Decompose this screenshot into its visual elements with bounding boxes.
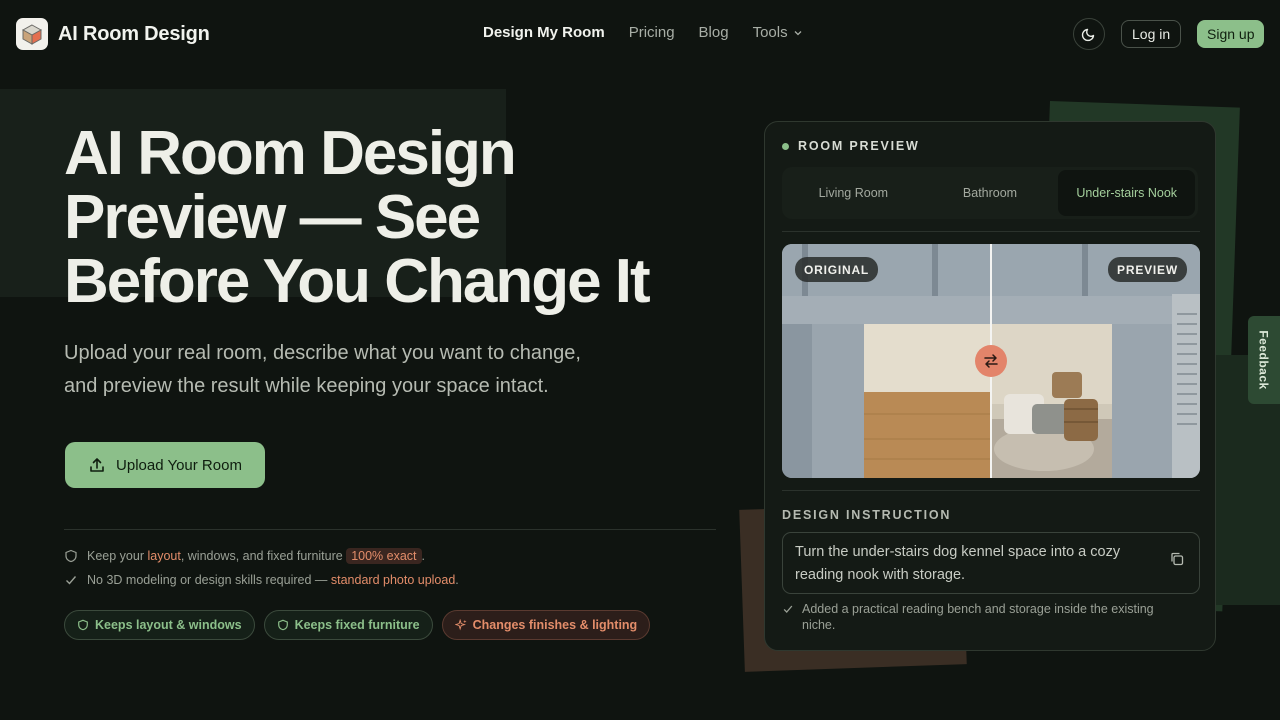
comparison-slider-handle[interactable]: [975, 345, 1007, 377]
pill-changes-finishes: Changes finishes & lighting: [441, 610, 651, 640]
divider: [782, 490, 1200, 491]
pill-label: Keeps layout & windows: [95, 618, 242, 632]
tab-bathroom[interactable]: Bathroom: [922, 170, 1059, 216]
hero-title-line: Before You Change It: [64, 247, 651, 316]
feature-text-part: Keep your: [87, 549, 148, 563]
brand-name: AI Room Design: [58, 22, 210, 45]
sparkles-icon: [454, 619, 467, 631]
feedback-tab[interactable]: Feedback: [1248, 316, 1280, 404]
feature-text-part: , windows, and fixed furniture: [180, 549, 347, 563]
design-instruction-text: Turn the under-stairs dog kennel space i…: [795, 544, 1121, 583]
design-instruction-label: DESIGN INSTRUCTION: [782, 508, 952, 522]
hero-title-line: AI Room Design: [64, 119, 517, 188]
nav-pricing[interactable]: Pricing: [629, 24, 675, 41]
hero-title-line: Preview — See: [64, 183, 481, 252]
divider: [64, 529, 716, 530]
brand-logo[interactable]: AI Room Design: [16, 18, 210, 50]
room-preview-card: ROOM PREVIEW Living Room Bathroom Under-…: [764, 121, 1216, 651]
shield-icon: [277, 619, 288, 631]
copy-icon[interactable]: [1169, 551, 1185, 575]
pill-label: Changes finishes & lighting: [472, 618, 638, 632]
result-note: Added a practical reading bench and stor…: [782, 601, 1182, 633]
feature-text: Keep your layout, windows, and fixed fur…: [87, 548, 426, 564]
tab-living-room[interactable]: Living Room: [785, 170, 922, 216]
upload-room-button[interactable]: Upload Your Room: [65, 442, 265, 488]
feedback-label: Feedback: [1257, 330, 1272, 390]
chevron-down-icon: [794, 30, 802, 35]
hero-title: AI Room Design Preview — See Before You …: [64, 122, 724, 314]
feature-row-layout: Keep your layout, windows, and fixed fur…: [64, 548, 426, 564]
room-preview-title: ROOM PREVIEW: [798, 139, 920, 153]
nav-blog[interactable]: Blog: [699, 24, 729, 41]
signup-button[interactable]: Sign up: [1197, 20, 1265, 48]
nav-tools-label: Tools: [752, 24, 788, 41]
swap-arrows-icon: [984, 354, 998, 368]
nav-tools-dropdown[interactable]: Tools: [753, 24, 803, 41]
room-type-tabs: Living Room Bathroom Under-stairs Nook: [782, 167, 1198, 219]
design-instruction-box: Turn the under-stairs dog kennel space i…: [782, 532, 1200, 594]
status-dot: [782, 142, 789, 150]
shield-icon: [65, 549, 77, 563]
shield-icon: [78, 619, 88, 631]
nav-design-my-room[interactable]: Design My Room: [483, 24, 605, 41]
pill-keeps-layout: Keeps layout & windows: [64, 610, 255, 640]
pill-label: Keeps fixed furniture: [294, 618, 420, 632]
login-button[interactable]: Log in: [1121, 20, 1182, 48]
site-header: AI Room Design Design My Room Pricing Bl…: [0, 0, 1280, 68]
main-nav: Design My Room Pricing Blog Tools: [483, 24, 803, 41]
divider: [782, 231, 1200, 232]
feature-text: No 3D modeling or design skills required…: [87, 573, 459, 587]
moon-icon: [1081, 28, 1095, 42]
hero-subtitle: Upload your real room, describe what you…: [64, 337, 664, 403]
pill-keeps-furniture: Keeps fixed furniture: [263, 610, 433, 640]
feature-text-part: .: [455, 573, 459, 587]
theme-toggle-button[interactable]: [1073, 18, 1105, 50]
check-icon: [783, 605, 793, 613]
tab-under-stairs-nook[interactable]: Under-stairs Nook: [1058, 170, 1196, 216]
badge-original: ORIGINAL: [795, 257, 879, 282]
hero-subtitle-line: Upload your real room, describe what you…: [64, 342, 581, 364]
highlight-layout: layout: [147, 549, 181, 563]
room-preview-heading: ROOM PREVIEW: [782, 139, 920, 153]
upload-room-label: Upload Your Room: [116, 456, 242, 474]
logo-cube-icon: [16, 18, 48, 50]
check-icon: [66, 576, 77, 585]
feature-text-part: No 3D modeling or design skills required…: [87, 573, 331, 587]
upload-icon: [90, 458, 104, 472]
badge-preview: PREVIEW: [1108, 257, 1187, 282]
before-after-comparison[interactable]: ORIGINAL PREVIEW: [782, 244, 1200, 478]
feature-pills: Keeps layout & windows Keeps fixed furni…: [64, 610, 651, 640]
hero-subtitle-line: and preview the result while keeping you…: [64, 375, 549, 397]
feature-text-part: .: [421, 549, 426, 563]
result-note-text: Added a practical reading bench and stor…: [802, 602, 1154, 632]
highlight-exact: 100% exact: [346, 548, 422, 564]
highlight-photo-upload: standard photo upload: [330, 573, 456, 587]
feature-row-no-modeling: No 3D modeling or design skills required…: [64, 573, 459, 587]
